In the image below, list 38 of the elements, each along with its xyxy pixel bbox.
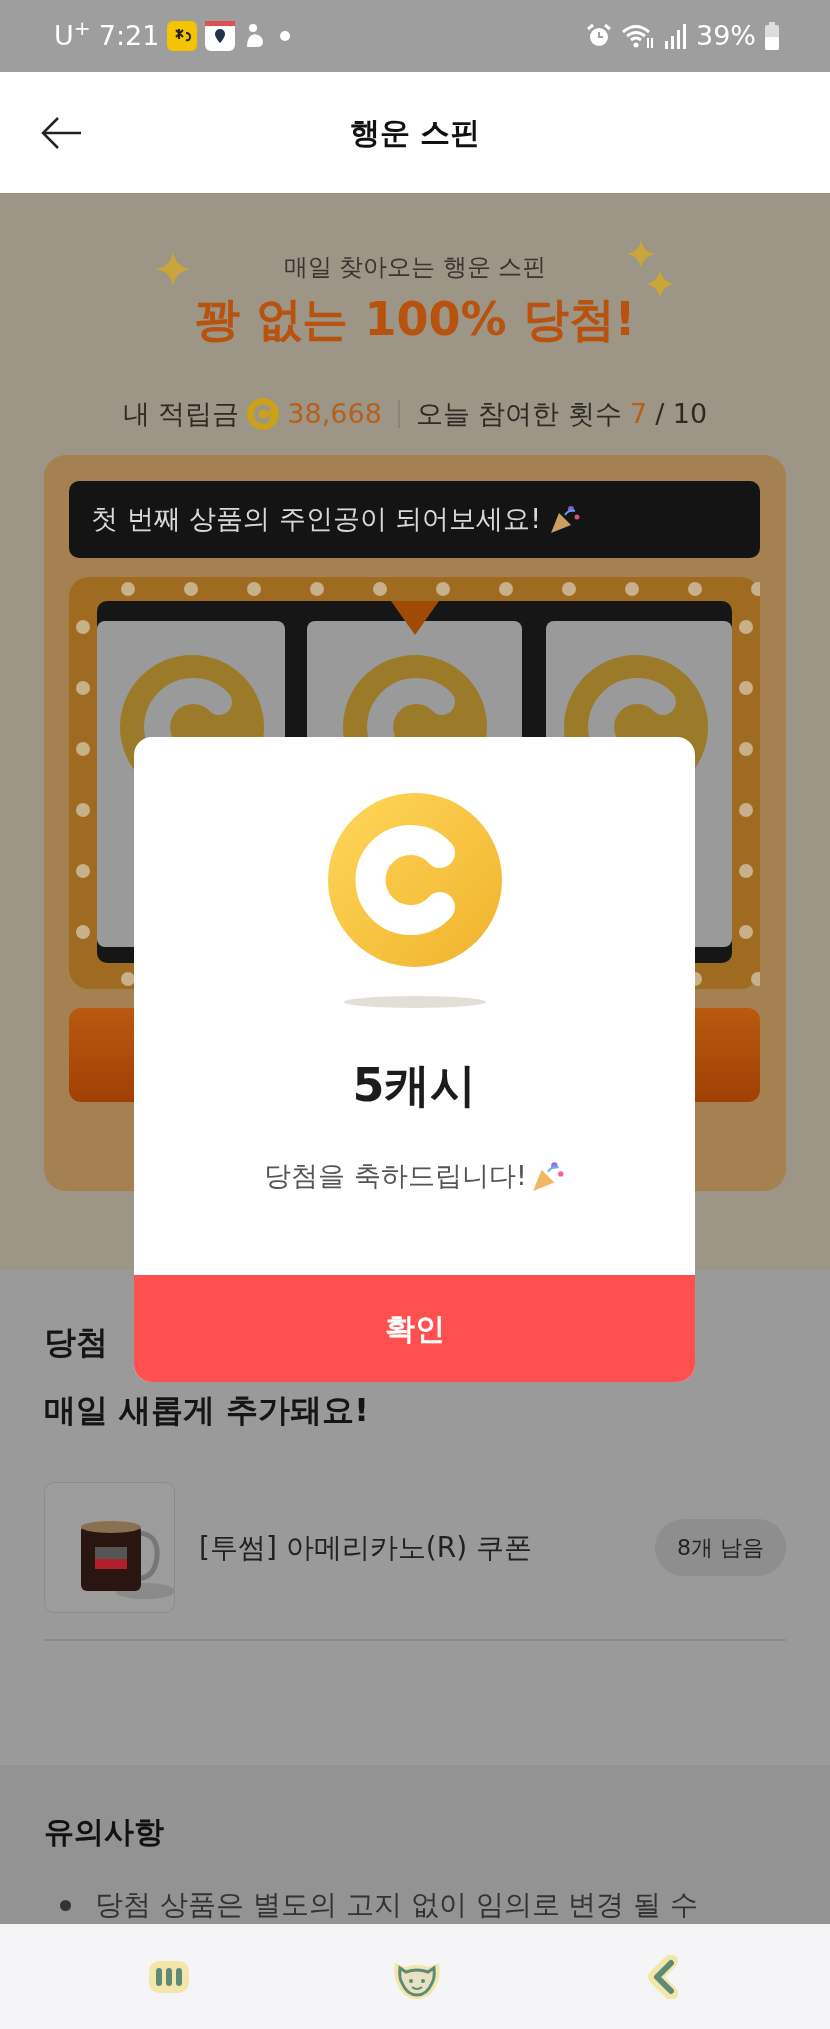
balance-amount: 38,668 — [287, 397, 382, 431]
page-title: 행운 스핀 — [349, 114, 481, 152]
wifi-icon — [620, 22, 656, 50]
headline: 꽝 없는 100% 당첨! — [194, 292, 636, 346]
battery-percent: 39% — [696, 18, 756, 53]
machine-message: 첫 번째 상품의 주인공이 되어보세요! — [91, 501, 542, 536]
alarm-icon — [586, 23, 612, 49]
subtitle: 매일 찾아오는 행운 스핀 — [283, 253, 547, 281]
sparkle-icon — [645, 269, 675, 299]
party-popper-icon — [530, 1159, 565, 1194]
clock-time: 7:21 — [98, 18, 160, 53]
signal-icon — [664, 23, 688, 49]
section-heading: 당첨 — [44, 1323, 108, 1361]
count-total: / 10 — [655, 397, 708, 431]
map-pin-app-icon — [205, 21, 236, 51]
coin-icon — [247, 398, 280, 431]
notice-item: 당첨 상품은 별도의 고지 없이 임의로 변경 될 수 — [95, 1887, 699, 1923]
sparkle-icon — [155, 251, 191, 287]
back-arrow-icon[interactable] — [40, 116, 82, 150]
bullet-icon — [60, 1899, 71, 1911]
congrats-message: 당첨을 축하드립니다! — [264, 1159, 527, 1193]
prize-name: [투썸] 아메리카노(R) 쿠폰 — [199, 1529, 533, 1566]
count-label: 오늘 참여한 횟수 — [415, 397, 622, 431]
notice-title: 유의사항 — [44, 1814, 164, 1849]
prize-amount: 5캐시 — [352, 1058, 477, 1112]
remaining-badge: 8개 남음 — [655, 1519, 786, 1576]
party-popper-icon — [549, 503, 582, 535]
battery-icon — [764, 22, 780, 50]
coin-icon — [327, 793, 502, 967]
count-done: 7 — [630, 397, 648, 431]
section-heading: 매일 새롭게 추가돼요! — [44, 1391, 369, 1429]
back-icon[interactable] — [645, 1954, 681, 1999]
carrier-label: U$^{+}$ — [54, 15, 91, 53]
recent-apps-icon[interactable] — [149, 1960, 189, 1993]
confirm-button[interactable]: 확인 — [134, 1275, 695, 1382]
sparkle-icon — [626, 239, 656, 269]
balance-label: 내 적립금 — [122, 397, 240, 431]
app-notification-icon — [167, 21, 198, 51]
